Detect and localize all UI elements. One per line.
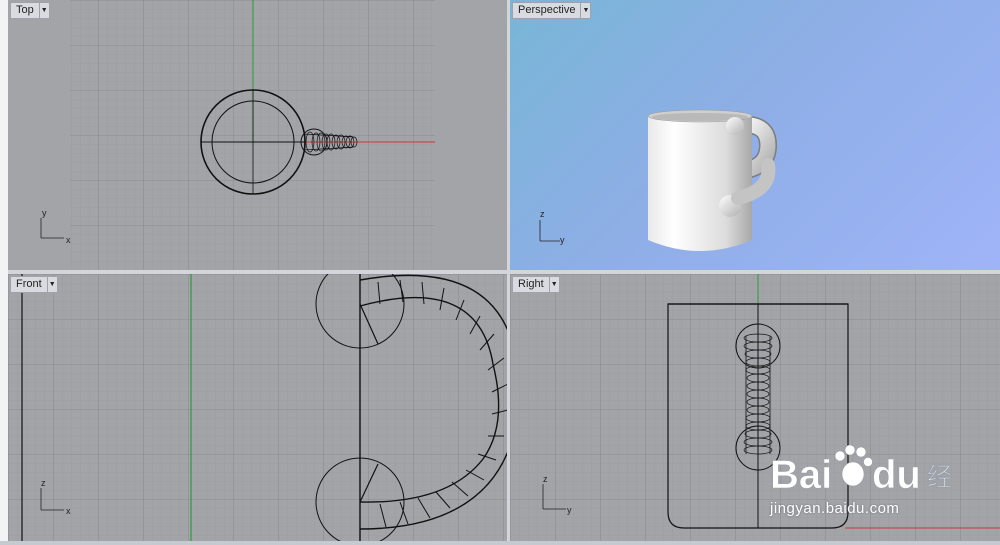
axis-label-y: y xyxy=(42,208,47,218)
axis-label-x: x xyxy=(66,235,71,245)
viewport-top[interactable]: y x Top ▼ xyxy=(8,0,507,270)
axis-label-z: z xyxy=(540,209,545,219)
chevron-down-icon[interactable]: ▼ xyxy=(38,3,49,18)
watermark-url: jingyan.baidu.com xyxy=(770,500,900,517)
chevron-down-icon[interactable]: ▼ xyxy=(46,277,57,292)
top-view-canvas[interactable]: y x xyxy=(8,0,507,270)
viewport-tab-perspective[interactable]: Perspective ▼ xyxy=(512,2,592,19)
front-view-canvas[interactable]: z x xyxy=(8,274,507,541)
axis-indicator xyxy=(539,220,560,242)
viewport-tab-right[interactable]: Right ▼ xyxy=(512,276,560,293)
viewport-title: Right xyxy=(518,278,544,290)
axis-label-x: x xyxy=(66,506,71,516)
viewport-right[interactable]: z y Right ▼ xyxy=(510,274,1000,541)
chevron-down-icon[interactable]: ▼ xyxy=(548,277,559,292)
chevron-down-icon[interactable]: ▼ xyxy=(580,3,590,18)
axis-label-y: y xyxy=(567,505,572,515)
right-view-canvas[interactable]: z y xyxy=(510,274,1000,541)
viewport-tab-top[interactable]: Top ▼ xyxy=(10,2,50,19)
mug-render xyxy=(647,109,778,251)
axis-label-z: z xyxy=(543,474,548,484)
viewport-front[interactable]: z x Front ▼ xyxy=(8,274,507,541)
perspective-view-canvas[interactable]: z y xyxy=(510,0,1000,270)
axis-label-z: z xyxy=(41,478,46,488)
viewport-title: Perspective xyxy=(518,4,576,16)
viewport-title: Front xyxy=(16,278,42,290)
bottom-tab-bar xyxy=(0,541,1000,545)
viewport-perspective[interactable]: z y Perspective ▼ xyxy=(510,0,1000,270)
axis-label-y: y xyxy=(560,235,565,245)
viewport-splitter-horizontal[interactable] xyxy=(8,270,1000,274)
viewport-tab-front[interactable]: Front ▼ xyxy=(10,276,58,293)
viewport-title: Top xyxy=(16,4,34,16)
axis-indicator xyxy=(40,218,64,239)
